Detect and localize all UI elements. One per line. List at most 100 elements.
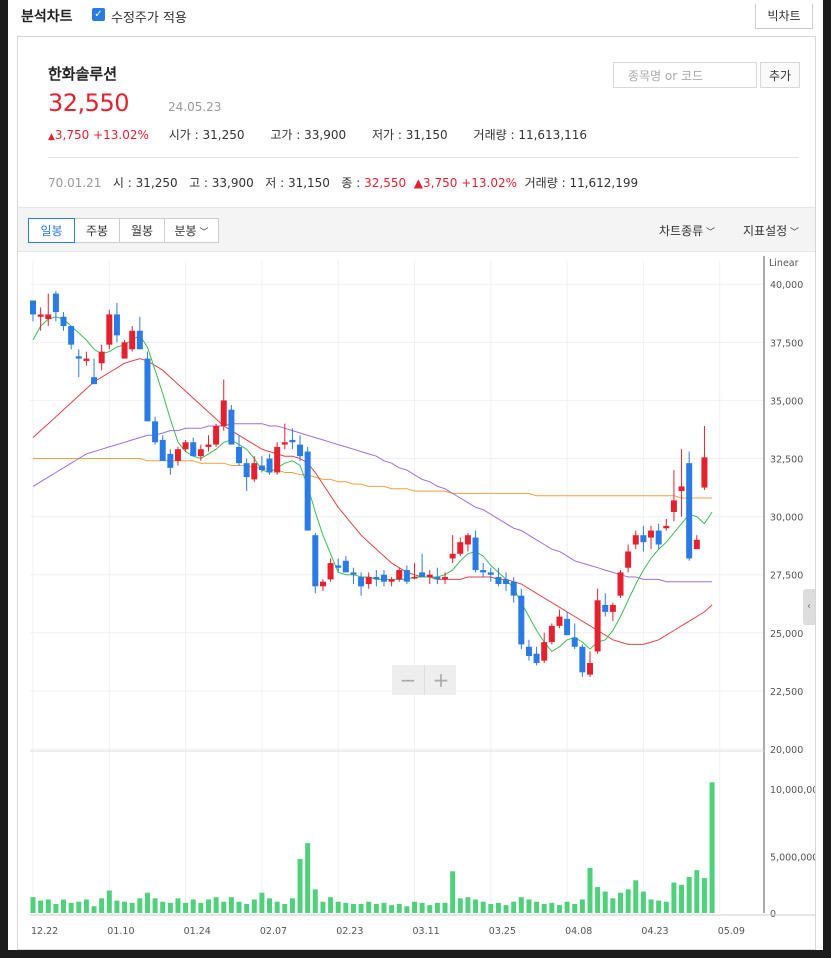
- add-stock-button[interactable]: 추가: [760, 62, 800, 88]
- volume-bar: [244, 903, 250, 913]
- volume-bar: [526, 899, 532, 913]
- volume-bar: [320, 901, 326, 913]
- tab-monthly[interactable]: 월봉: [119, 218, 165, 243]
- indicator-settings-menu[interactable]: 지표설정 ﹀: [743, 222, 799, 239]
- adjust-price-label[interactable]: 수정주가 적용: [111, 7, 187, 26]
- price-summary-row: ▲3,750 +13.02% 시가 : 31,250 고가 : 33,900 저…: [48, 126, 587, 143]
- tab-minute[interactable]: 분봉 ﹀: [164, 218, 219, 243]
- adjust-price-checkbox[interactable]: ✓: [92, 8, 105, 21]
- volume-bar: [30, 897, 36, 913]
- volume-bar: [602, 891, 608, 913]
- volume-bar: [419, 902, 425, 913]
- candle: [380, 574, 387, 582]
- x-tick-label: 12.22: [31, 926, 58, 937]
- candle: [464, 535, 471, 545]
- tab-weekly[interactable]: 주봉: [74, 218, 120, 243]
- candle: [655, 530, 662, 545]
- candle: [602, 604, 609, 612]
- volume-bar: [45, 899, 51, 913]
- candle: [297, 444, 304, 457]
- volume-bar: [213, 897, 219, 913]
- candle: [91, 377, 98, 385]
- candle: [693, 539, 700, 550]
- volume-bar: [53, 903, 59, 913]
- volume-bar: [289, 898, 295, 913]
- candle: [625, 551, 632, 568]
- volume-bar: [38, 900, 44, 913]
- candle: [480, 570, 487, 573]
- low-price: 저가 : 31,150: [371, 128, 448, 142]
- x-tick-label: 04.23: [641, 926, 668, 937]
- volume-bar: [267, 898, 273, 913]
- chart-type-menu[interactable]: 차트종류 ﹀: [659, 222, 715, 239]
- cursor-low: 저 : 31,150: [265, 176, 330, 190]
- side-panel-toggle[interactable]: ‹: [803, 589, 815, 625]
- x-tick-label: 03.25: [489, 926, 516, 937]
- open-price: 시가 : 31,250: [168, 128, 245, 142]
- candle: [365, 577, 372, 585]
- volume-bar: [450, 871, 456, 913]
- volume-bar: [274, 901, 280, 913]
- volume-bar: [144, 892, 150, 913]
- x-tick-label: 01.24: [184, 926, 211, 937]
- volume-bar: [640, 891, 646, 913]
- volume-bar: [152, 898, 158, 913]
- candle: [632, 535, 639, 545]
- volume-bar: [518, 897, 524, 913]
- volume-bar: [434, 902, 440, 913]
- stock-search-input[interactable]: 종목명 or 코드: [613, 62, 757, 88]
- volume-bar: [205, 899, 211, 913]
- volume-bar: [427, 905, 433, 913]
- up-triangle-icon: ▲: [413, 176, 423, 190]
- volume-bar: [564, 901, 570, 913]
- stock-chart[interactable]: 40,000 37,500 35,000 32,500 30,000 27,500 25,0…: [18, 251, 815, 949]
- price-change: ▲3,750 +13.02%: [48, 128, 149, 142]
- price-tick-label: 32,500: [770, 455, 803, 466]
- cursor-high: 고 : 33,900: [189, 176, 254, 190]
- tab-daily[interactable]: 일봉: [28, 218, 75, 243]
- candle: [396, 570, 403, 580]
- candle: [167, 453, 174, 468]
- cursor-close: 종 : 32,550: [341, 176, 407, 190]
- candle: [243, 463, 250, 478]
- candle: [98, 351, 105, 364]
- app-window: 분석차트 ✓ 수정주가 적용 빅차트 한화솔루션 32,550 24.05.23…: [8, 0, 823, 950]
- candle: [251, 463, 258, 480]
- page-title: 분석차트: [21, 9, 73, 25]
- x-tick-label: 03.11: [413, 926, 440, 937]
- ma120-line: [33, 458, 713, 499]
- volume-bar: [572, 903, 578, 913]
- volume-bar: [694, 870, 700, 913]
- big-chart-button[interactable]: 빅차트: [755, 4, 813, 29]
- volume-bar: [457, 898, 463, 913]
- candle: [129, 330, 136, 350]
- volume-bar: [76, 901, 82, 913]
- candle: [289, 439, 296, 443]
- candle: [52, 293, 59, 313]
- candle: [304, 451, 311, 531]
- candle: [266, 458, 273, 473]
- volume-bar: [343, 902, 349, 913]
- zoom-control: − +: [392, 665, 456, 695]
- zoom-in-button[interactable]: +: [424, 665, 457, 695]
- volume-bar: [556, 905, 562, 913]
- volume-bar: [312, 889, 318, 913]
- candle: [670, 500, 677, 512]
- candle: [533, 653, 540, 664]
- volume-bar: [91, 906, 97, 913]
- ma5-line: [32, 316, 713, 653]
- volume-bar: [679, 884, 685, 913]
- volume-bar: [297, 858, 303, 913]
- candle: [30, 300, 36, 315]
- candle: [510, 581, 517, 596]
- volume-bar: [259, 892, 265, 913]
- top-bar: 분석차트 ✓ 수정주가 적용 빅차트: [8, 0, 823, 33]
- price-tick-label: 22,500: [770, 687, 803, 698]
- current-price: 32,550: [48, 89, 129, 117]
- x-tick-label: 01.10: [107, 926, 134, 937]
- zoom-out-button[interactable]: −: [392, 665, 424, 695]
- candle: [449, 553, 456, 559]
- cursor-date: 70.01.21: [48, 176, 102, 190]
- volume-bar: [175, 898, 181, 913]
- candle: [411, 577, 418, 579]
